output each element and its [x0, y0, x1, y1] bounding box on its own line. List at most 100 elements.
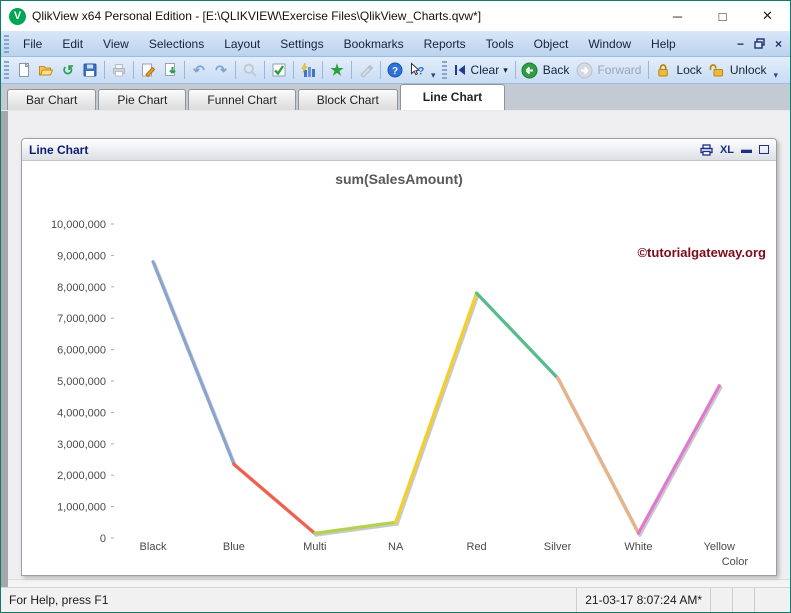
open-file-button[interactable]: [35, 59, 57, 81]
sheet-bottom-strip: [8, 579, 790, 587]
svg-text:?: ?: [418, 66, 425, 78]
line-segment[interactable]: [636, 384, 721, 535]
sheet-left-edge: [1, 111, 8, 587]
y-tick-label: 1,000,000: [57, 502, 106, 514]
save-button[interactable]: [79, 59, 101, 81]
current-selections-button[interactable]: [268, 59, 290, 81]
reload-data-button[interactable]: [159, 59, 181, 81]
menu-item-file[interactable]: File: [13, 33, 52, 55]
toolbar-separator: [293, 61, 294, 79]
x-tick-label: NA: [388, 541, 404, 553]
tab-block-chart[interactable]: Block Chart: [297, 89, 398, 110]
save-icon: [83, 63, 97, 77]
mdi-close-button[interactable]: ×: [775, 37, 782, 51]
edit-script-button[interactable]: [137, 59, 159, 81]
status-help-text: For Help, press F1: [9, 593, 109, 607]
line-segment[interactable]: [394, 291, 479, 524]
new-file-button[interactable]: [13, 59, 35, 81]
line-segment[interactable]: [313, 520, 398, 535]
clear-dropdown-caret[interactable]: ▾: [503, 65, 508, 76]
toolbar-separator: [235, 61, 236, 79]
menu-item-bookmarks[interactable]: Bookmarks: [334, 33, 414, 55]
menu-item-reports[interactable]: Reports: [414, 33, 476, 55]
toolbar-overflow-button[interactable]: ▾: [431, 70, 436, 83]
caption-print-icon[interactable]: [700, 143, 713, 156]
lock-icon: [658, 64, 669, 77]
forward-icon: [576, 62, 593, 78]
line-segment-shadow: [314, 522, 399, 537]
mdi-restore-icon[interactable]: [754, 38, 765, 49]
nav-toolbar-overflow-button[interactable]: ▾: [774, 70, 779, 83]
lock-button-label[interactable]: Lock: [676, 63, 701, 77]
clear-button[interactable]: [451, 59, 469, 81]
help-button[interactable]: ?: [384, 59, 406, 81]
menu-item-object[interactable]: Object: [524, 33, 579, 55]
maximize-button[interactable]: □: [700, 1, 745, 31]
status-bar: For Help, press F1 21-03-17 8:07:24 AM*: [1, 587, 790, 612]
menu-item-view[interactable]: View: [93, 33, 139, 55]
menu-item-settings[interactable]: Settings: [270, 33, 333, 55]
caption-maximize-button[interactable]: [759, 145, 769, 154]
toolbar-separator: [648, 61, 650, 79]
close-button[interactable]: ✕: [745, 1, 790, 31]
menu-item-help[interactable]: Help: [641, 33, 686, 55]
caption-minimize-button[interactable]: ▬: [741, 144, 752, 156]
clear-button-label[interactable]: Clear: [471, 63, 500, 77]
chart-wizard-icon: [301, 62, 315, 77]
lock-button[interactable]: [652, 59, 674, 81]
tab-line-chart[interactable]: Line Chart: [399, 84, 506, 110]
notes-button[interactable]: [355, 59, 377, 81]
chart-body: sum(SalesAmount) ©tutorialgateway.org 01…: [22, 161, 776, 575]
toolbar-separator: [133, 61, 134, 79]
toolbar: ↺ ↶ ↷ ★ ? ? ▾ Clear ▾ Back Forward Lock …: [1, 57, 790, 84]
reload-button[interactable]: ↺: [57, 59, 79, 81]
x-axis-title: Color: [722, 556, 749, 568]
menu-item-selections[interactable]: Selections: [139, 33, 214, 55]
context-help-button[interactable]: ?: [406, 59, 428, 81]
redo-button[interactable]: ↷: [210, 59, 232, 81]
menu-item-tools[interactable]: Tools: [476, 33, 524, 55]
sheet-area: Line Chart XL ▬ sum(SalesAmount) ©tutori…: [1, 111, 790, 587]
search-button[interactable]: [239, 59, 261, 81]
tab-bar-chart[interactable]: Bar Chart: [7, 89, 97, 110]
line-segment[interactable]: [232, 462, 317, 535]
menu-item-edit[interactable]: Edit: [52, 33, 93, 55]
chart-caption-bar[interactable]: Line Chart XL ▬: [22, 139, 776, 161]
sheet-tab-bar: Bar Chart Pie Chart Funnel Chart Block Char…: [1, 84, 790, 111]
forward-button[interactable]: [573, 59, 595, 81]
add-bookmark-button[interactable]: ★: [326, 59, 348, 81]
mdi-minimize-button[interactable]: −: [737, 37, 744, 51]
menubar-grip[interactable]: [4, 34, 9, 53]
unlock-button-label[interactable]: Unlock: [730, 63, 767, 77]
star-icon: ★: [330, 62, 344, 79]
menu-item-window[interactable]: Window: [578, 33, 641, 55]
edit-script-icon: [142, 63, 156, 78]
menu-item-layout[interactable]: Layout: [214, 33, 270, 55]
unlock-button[interactable]: [706, 59, 728, 81]
forward-button-label[interactable]: Forward: [597, 63, 641, 77]
undo-icon: ↶: [193, 61, 205, 78]
back-button-label[interactable]: Back: [543, 63, 570, 77]
tab-pie-chart[interactable]: Pie Chart: [98, 89, 187, 110]
nav-toolbar-grip[interactable]: [441, 61, 447, 79]
line-segment-shadow: [638, 385, 723, 537]
y-tick-label: 6,000,000: [57, 345, 106, 357]
status-cell: [710, 588, 732, 612]
line-chart-plot[interactable]: 0 1,000,000 2,000,000 3,000,000 4,000,000 5,0…: [22, 161, 775, 573]
y-tick-label: 8,000,000: [57, 282, 106, 294]
toolbar-separator: [104, 61, 105, 79]
line-segment[interactable]: [555, 376, 640, 535]
chart-caption-title: Line Chart: [29, 142, 89, 157]
toolbar-grip[interactable]: [4, 61, 9, 79]
line-segment[interactable]: [475, 291, 560, 380]
reload-icon: ↺: [62, 61, 74, 78]
print-button[interactable]: [108, 59, 130, 81]
quick-chart-button[interactable]: [297, 59, 319, 81]
undo-button[interactable]: ↶: [188, 59, 210, 81]
line-segment[interactable]: [151, 260, 236, 466]
minimize-button[interactable]: ─: [655, 1, 700, 31]
tab-funnel-chart[interactable]: Funnel Chart: [188, 89, 296, 110]
back-button[interactable]: [519, 59, 541, 81]
caption-excel-export-button[interactable]: XL: [720, 144, 734, 156]
resize-grip[interactable]: [776, 588, 790, 612]
